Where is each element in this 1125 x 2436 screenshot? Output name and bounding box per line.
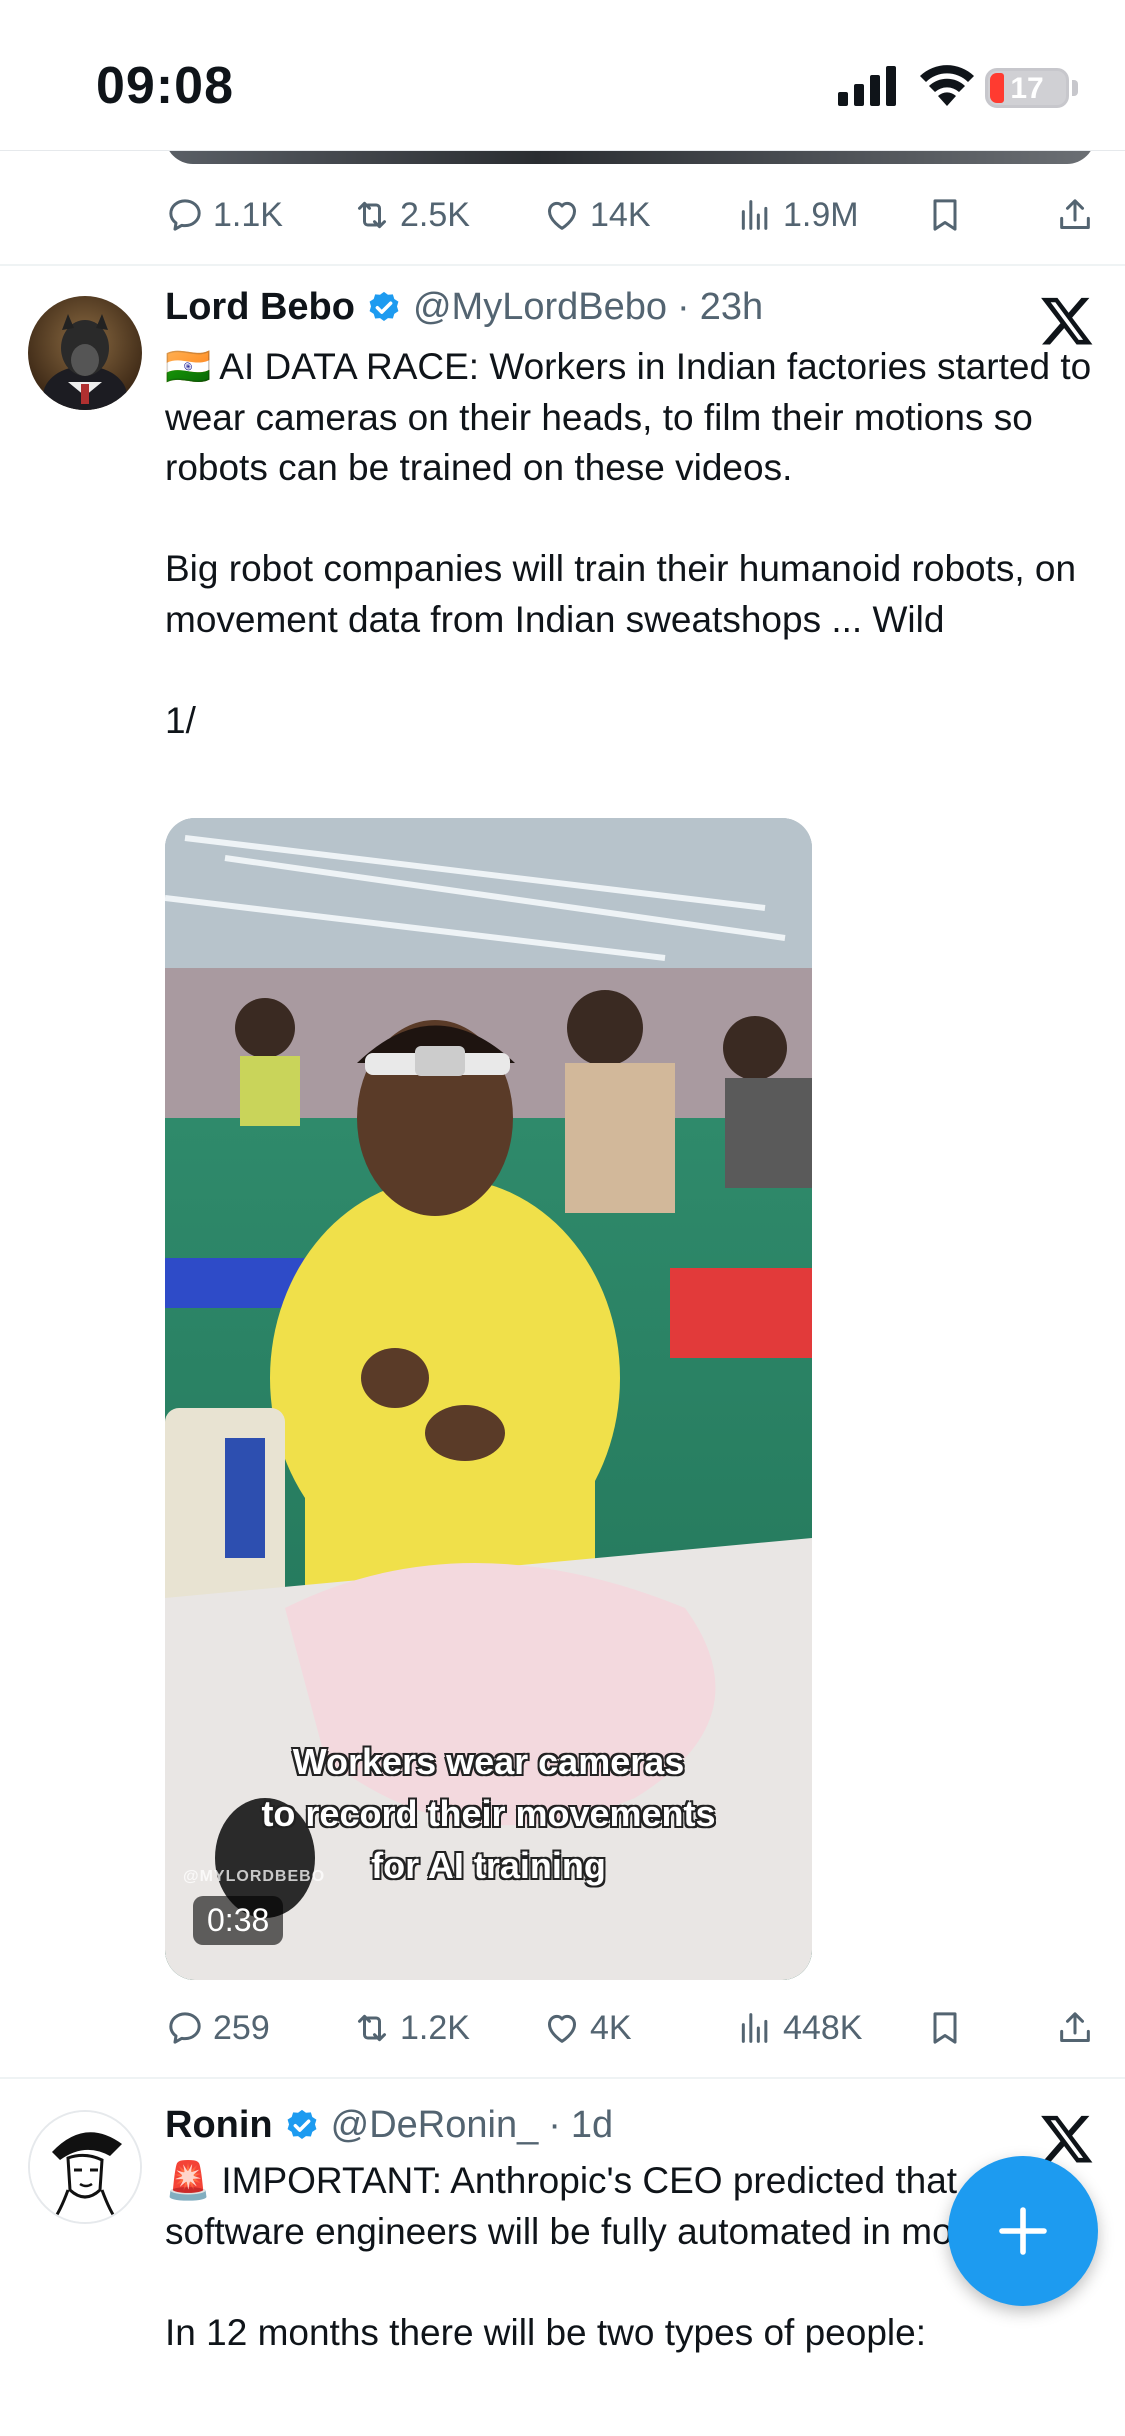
share-button[interactable] (1055, 180, 1095, 250)
separator-dot: · (677, 286, 690, 328)
bookmark-button[interactable] (925, 1993, 965, 2063)
reply-button[interactable]: 1.1K (165, 180, 283, 250)
views-button[interactable]: 1.9M (735, 180, 859, 250)
timestamp[interactable]: 23h (700, 286, 763, 329)
tweet-actions: 259 1.2K 4K 448K (0, 1993, 1125, 2063)
like-button[interactable]: 14K (542, 180, 651, 250)
previous-tweet-actions: 1.1K 2.5K 14K 1.9M (0, 180, 1125, 250)
bookmark-icon (933, 199, 957, 231)
avatar[interactable] (28, 2110, 142, 2224)
like-count: 4K (590, 2008, 632, 2047)
verified-icon (287, 2109, 317, 2139)
share-icon (1060, 199, 1090, 229)
display-name[interactable]: Ronin (165, 2104, 273, 2147)
retweet-count: 1.2K (400, 2008, 470, 2047)
plus-icon (999, 2207, 1047, 2255)
tweet-text: 🇮🇳 AI DATA RACE: Workers in Indian facto… (165, 346, 1092, 741)
separator-dot: · (548, 2104, 561, 2146)
retweet-button[interactable]: 2.5K (352, 180, 470, 250)
views-icon (741, 2013, 768, 2043)
like-count: 14K (590, 195, 651, 234)
video-caption-line: to record their movements (261, 1793, 716, 1834)
cellular-signal-icon (838, 66, 896, 106)
retweet-icon (358, 2014, 386, 2042)
like-button[interactable]: 4K (542, 1993, 632, 2063)
reply-count: 259 (213, 2008, 270, 2047)
reply-count: 1.1K (213, 195, 283, 234)
share-icon (1060, 2012, 1090, 2042)
views-icon (741, 200, 768, 230)
timestamp[interactable]: 1d (571, 2104, 613, 2147)
share-button[interactable] (1055, 1993, 1095, 2063)
divider (0, 264, 1125, 266)
handle[interactable]: @MyLordBebo (413, 286, 667, 329)
status-time: 09:08 (96, 57, 234, 115)
battery-percent: 17 (1010, 72, 1044, 105)
views-count: 448K (783, 2008, 863, 2047)
retweet-button[interactable]: 1.2K (352, 1993, 470, 2063)
x-logo-icon[interactable] (1039, 292, 1095, 348)
verified-icon (369, 291, 399, 321)
compose-button[interactable] (948, 2156, 1098, 2306)
video-watermark: @MYLORDBEBO (183, 1868, 326, 1885)
bookmark-icon (933, 2012, 957, 2044)
like-icon (548, 201, 576, 230)
battery-tip (1072, 80, 1078, 96)
bookmark-button[interactable] (925, 180, 965, 250)
reply-icon (169, 2012, 201, 2044)
views-count: 1.9M (783, 195, 859, 234)
tweet-header: Lord Bebo @MyLordBebo · 23h (165, 286, 763, 329)
retweet-count: 2.5K (400, 195, 470, 234)
like-icon (548, 2014, 576, 2043)
status-bar: 09:08 17 (0, 0, 1125, 151)
reply-icon (169, 199, 201, 231)
reply-button[interactable]: 259 (165, 1993, 270, 2063)
tweet-header: Ronin @DeRonin_ · 1d (165, 2104, 613, 2147)
battery-icon: 17 (985, 68, 1069, 108)
avatar[interactable] (28, 296, 142, 410)
video-duration: 0:38 (193, 1896, 284, 1945)
retweet-icon (358, 201, 386, 229)
handle[interactable]: @DeRonin_ (331, 2104, 539, 2147)
divider (0, 2077, 1125, 2079)
display-name[interactable]: Lord Bebo (165, 286, 355, 329)
views-button[interactable]: 448K (735, 1993, 862, 2063)
wifi-icon (920, 65, 974, 106)
tweet-video[interactable]: Workers wear cameras to record their mov… (165, 818, 812, 1980)
video-caption-line: Workers wear cameras (292, 1741, 685, 1782)
